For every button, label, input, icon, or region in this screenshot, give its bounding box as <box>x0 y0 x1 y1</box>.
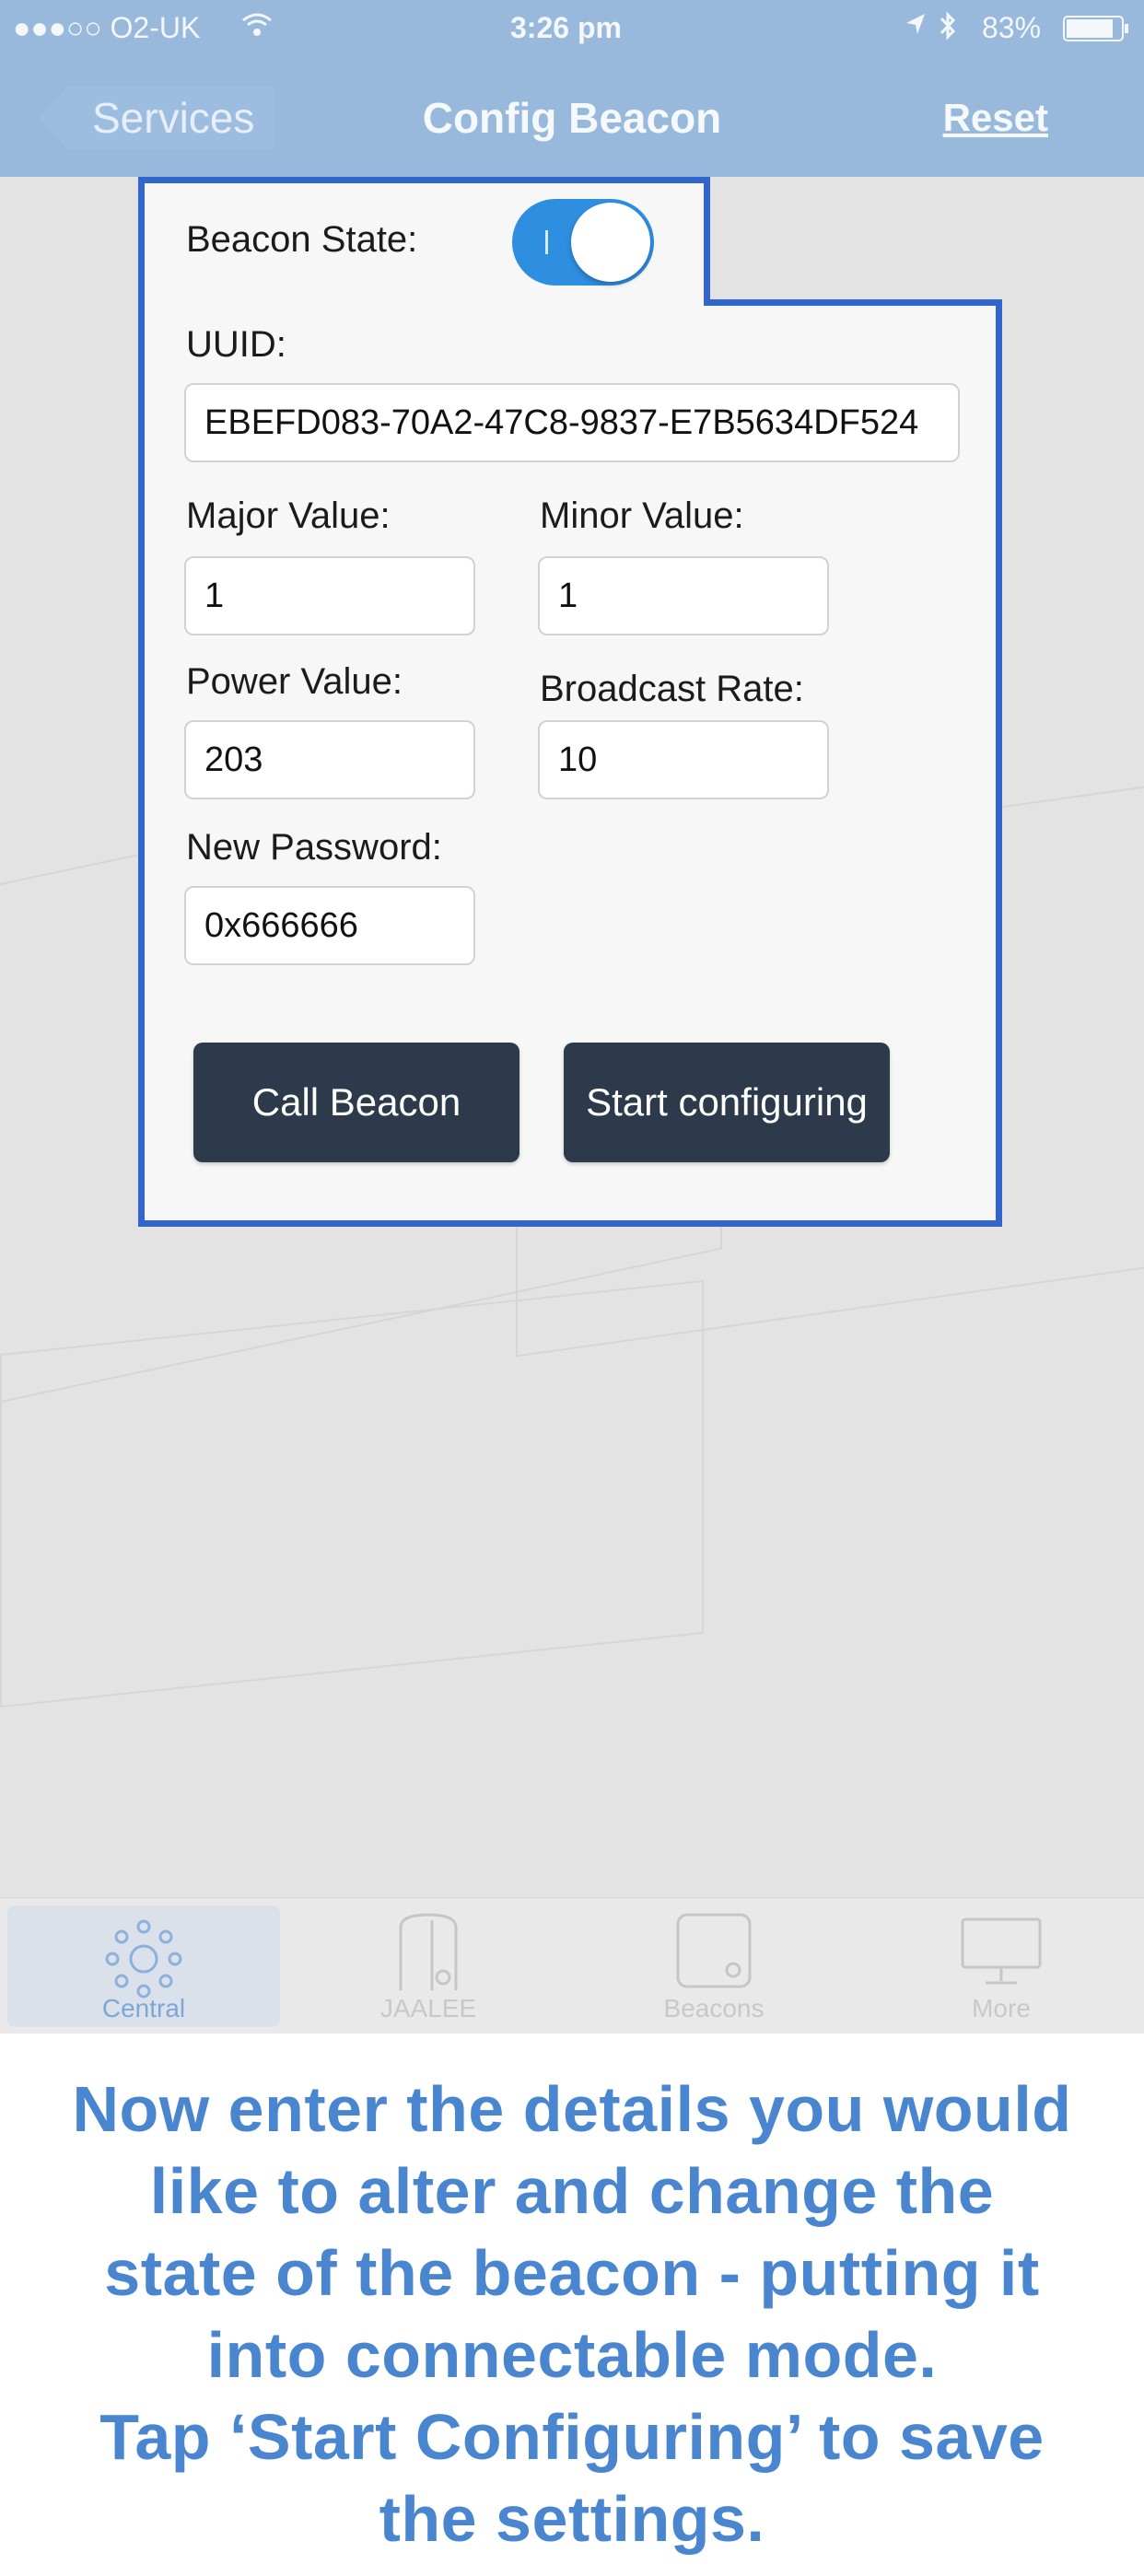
tab-jaalee-label: JAALEE <box>379 1994 477 2022</box>
carrier-text: ●●●○○ O2-UK <box>13 11 201 44</box>
panel-border-top <box>138 177 710 183</box>
new-password-label: New Password: <box>186 827 442 868</box>
broadcast-rate-field[interactable]: 10 <box>538 720 829 799</box>
battery-percent: 83% <box>982 11 1042 44</box>
panel-border-notch-top <box>704 299 1002 306</box>
call-beacon-button[interactable]: Call Beacon <box>193 1043 519 1162</box>
minor-value-field[interactable]: 1 <box>538 556 829 635</box>
uuid-label: UUID: <box>186 324 286 365</box>
uuid-field[interactable]: EBEFD083-70A2-47C8-9837-E7B5634DF524 <box>184 383 960 462</box>
toggle-knob <box>571 203 650 282</box>
app-screen: ●●●○○ O2-UK 3:26 pm 83% Services Config … <box>0 0 1144 2034</box>
broadcast-rate-label: Broadcast Rate: <box>540 669 804 709</box>
beacon-state-toggle[interactable] <box>512 199 654 286</box>
minor-value-label: Minor Value: <box>540 495 744 536</box>
caption-line-4: into connectable mode. <box>206 2319 938 2391</box>
bluetooth-icon <box>938 11 958 48</box>
tab-more[interactable]: More <box>858 1898 1144 2034</box>
beacons-icon <box>674 1911 753 1995</box>
power-value-field[interactable]: 203 <box>184 720 475 799</box>
tab-beacons-label: Beacons <box>663 1994 765 2022</box>
background-image-card <box>0 1279 704 1708</box>
clock-text: 3:26 pm <box>510 11 622 44</box>
major-value-label: Major Value: <box>186 495 391 536</box>
tab-jaalee[interactable]: JAALEE <box>286 1898 571 2034</box>
start-configuring-button[interactable]: Start configuring <box>564 1043 890 1162</box>
instruction-caption: Now enter the details you would like to … <box>18 2069 1126 2560</box>
monitor-icon <box>960 1917 1043 1991</box>
caption-line-3: state of the beacon - putting it <box>104 2237 1040 2309</box>
jaalee-icon <box>391 1911 465 1999</box>
caption-line-1: Now enter the details you would <box>72 2073 1072 2145</box>
central-icon <box>99 1918 188 2004</box>
caption-line-2: like to alter and change the <box>149 2155 995 2227</box>
major-value-field[interactable]: 1 <box>184 556 475 635</box>
wifi-icon <box>241 11 273 45</box>
location-icon <box>905 11 927 45</box>
new-password-field[interactable]: 0x666666 <box>184 886 475 965</box>
toggle-on-indicator <box>545 230 548 254</box>
status-bar: ●●●○○ O2-UK 3:26 pm 83% <box>0 0 1144 59</box>
battery-icon <box>1063 15 1131 50</box>
tab-central-label: Central <box>101 1994 186 2022</box>
caption-line-6: the settings. <box>379 2483 765 2555</box>
navigation-bar: Services Config Beacon Reset <box>0 59 1144 177</box>
panel-border-notch <box>704 177 710 306</box>
beacon-state-label: Beacon State: <box>186 219 418 260</box>
tab-bar: Central JAALEE Beacons More <box>0 1897 1144 2034</box>
tab-more-label: More <box>972 1994 1031 2022</box>
caption-line-5: Tap ‘Start Configuring’ to save <box>99 2401 1045 2473</box>
tab-beacons[interactable]: Beacons <box>571 1898 857 2034</box>
power-value-label: Power Value: <box>186 661 403 702</box>
reset-button[interactable]: Reset <box>943 96 1048 140</box>
tab-central[interactable]: Central <box>7 1906 280 2027</box>
